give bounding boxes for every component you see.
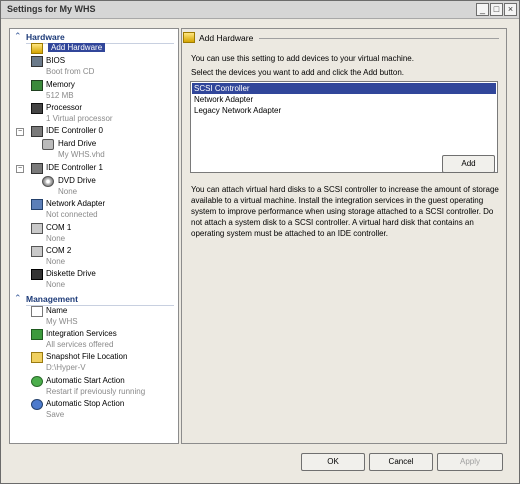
tree-item-memory[interactable]: Memory 512 MB [10,80,178,102]
tree-item-label: IDE Controller 1 [46,163,103,172]
tree-item-com-1[interactable]: COM 1 None [10,223,178,245]
tree-item-bios[interactable]: BIOS Boot from CD [10,56,178,78]
tree-item-label: Automatic Start Action [46,376,125,385]
device-option-legacy-network[interactable]: Legacy Network Adapter [192,105,496,116]
tree-item-sub: None [46,280,66,289]
tree-item-ide-controller-0[interactable]: − IDE Controller 0 [10,126,178,138]
tree-item-label: Network Adapter [46,199,106,208]
tree-item-integration-services[interactable]: Integration Services All services offere… [10,329,178,351]
dvd-drive-icon [42,176,54,187]
tree-item-snapshot-location[interactable]: Snapshot File Location D:\Hyper-V [10,352,178,374]
management-header-label: Management [26,294,78,304]
collapse-chevron-icon[interactable]: ⌃ [14,293,24,303]
tree-item-sub: None [46,234,66,243]
tree-item-label: Hard Drive [58,139,97,148]
tree-item-sub: My WHS.vhd [58,150,105,159]
auto-stop-icon [31,399,43,410]
tree-item-label: Processor [46,103,83,112]
com-port-icon [31,246,43,257]
tree-item-sub: Not connected [46,210,98,219]
close-icon[interactable]: × [504,3,517,16]
tree-item-label: BIOS [46,56,66,65]
name-document-icon [31,306,43,317]
tree-item-label: IDE Controller 0 [46,126,103,135]
device-option-scsi[interactable]: SCSI Controller [192,83,496,94]
tree-item-label: Memory [46,80,75,89]
tree-item-sub: 1 Virtual processor [46,114,113,123]
add-button[interactable]: Add [442,155,495,173]
device-option-network-adapter[interactable]: Network Adapter [192,94,496,105]
tree-item-auto-start[interactable]: Automatic Start Action Restart if previo… [10,376,178,398]
bios-chip-icon [31,56,43,67]
tree-item-network-adapter[interactable]: Network Adapter Not connected [10,199,178,221]
collapse-toggle-icon[interactable]: − [16,165,24,173]
tree-item-sub: 512 MB [46,91,74,100]
tree-item-sub: Restart if previously running [46,387,146,396]
header-divider [259,38,499,39]
tree-item-hard-drive[interactable]: Hard Drive My WHS.vhd [10,139,178,161]
snapshot-folder-icon [31,352,43,363]
tree-item-ide-controller-1[interactable]: − IDE Controller 1 [10,163,178,175]
tree-item-label: Diskette Drive [46,269,96,278]
intro-text: You can use this setting to add devices … [191,54,414,63]
collapse-toggle-icon[interactable]: − [16,128,24,136]
tree-item-com-2[interactable]: COM 2 None [10,246,178,268]
minimize-icon[interactable]: _ [476,3,489,16]
tree-item-processor[interactable]: Processor 1 Virtual processor [10,103,178,125]
tree-item-label: COM 1 [46,223,72,232]
tree-item-name[interactable]: Name My WHS [10,306,178,328]
com-port-icon [31,223,43,234]
tree-item-sub: None [58,187,78,196]
tree-item-sub: D:\Hyper-V [46,363,86,372]
title-bar[interactable]: Settings for My WHS _ □ × [1,1,519,19]
cancel-button[interactable]: Cancel [369,453,433,471]
tree-item-label: Integration Services [46,329,117,338]
tree-item-sub: None [46,257,66,266]
tree-item-sub: My WHS [46,317,78,326]
maximize-icon[interactable]: □ [490,3,503,16]
tree-item-diskette-drive[interactable]: Diskette Drive None [10,269,178,291]
panel-header: Add Hardware [199,33,254,43]
tree-item-label: Snapshot File Location [46,352,128,361]
ide-controller-icon [31,163,43,174]
tree-item-label: Add Hardware [48,43,106,52]
tree-item-label: Name [46,306,68,315]
tree-item-add-hardware[interactable]: Add Hardware [10,43,178,55]
tree-item-sub: Save [46,410,65,419]
tree-item-auto-stop[interactable]: Automatic Stop Action Save [10,399,178,421]
diskette-icon [31,269,43,280]
apply-button[interactable]: Apply [437,453,503,471]
tree-item-sub: Boot from CD [46,67,95,76]
hardware-header-label: Hardware [26,32,65,42]
tree-item-sub: All services offered [46,340,114,349]
tree-item-label: COM 2 [46,246,72,255]
collapse-chevron-icon[interactable]: ⌃ [14,31,24,41]
tree-item-label: Automatic Stop Action [46,399,125,408]
auto-start-icon [31,376,43,387]
memory-icon [31,80,43,91]
instruction-text: Select the devices you want to add and c… [191,68,405,77]
window-title: Settings for My WHS [7,4,96,14]
ide-controller-icon [31,126,43,137]
processor-icon [31,103,43,114]
add-hardware-icon [31,43,43,54]
tree-item-label: DVD Drive [58,176,96,185]
settings-window: Settings for My WHS _ □ × ⌃ Hardware Add… [0,0,520,484]
description-text: You can attach virtual hard disks to a S… [191,185,499,238]
management-section-header[interactable]: ⌃ Management [10,293,178,306]
integration-services-icon [31,329,43,340]
add-hardware-icon [183,32,195,43]
ok-button[interactable]: OK [301,453,365,471]
hard-drive-icon [42,139,54,150]
tree-item-dvd-drive[interactable]: DVD Drive None [10,176,178,198]
network-adapter-icon [31,199,43,210]
settings-tree[interactable]: ⌃ Hardware Add Hardware BIOS Boot from C… [9,28,179,444]
